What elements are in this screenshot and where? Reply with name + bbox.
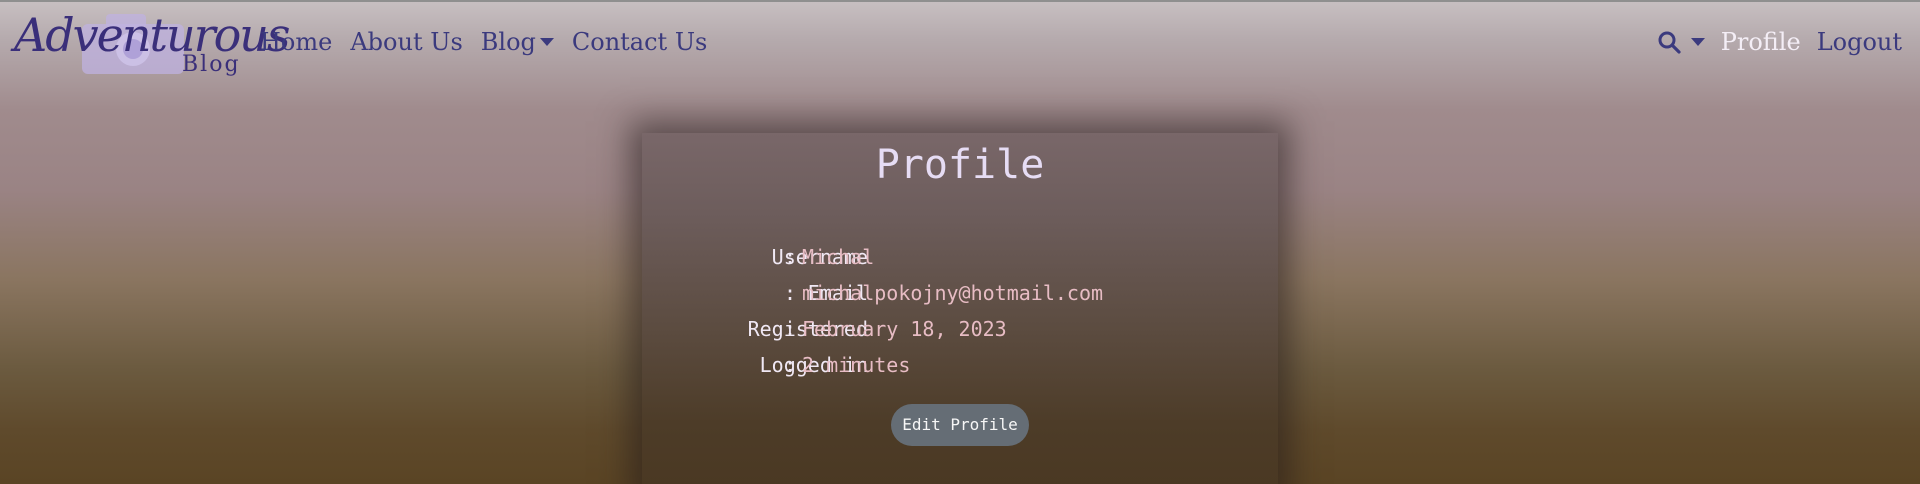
search-icon [1658, 31, 1681, 54]
info-value-registered: February 18, 2023 [802, 317, 1007, 341]
info-row-registered: Registered : February 18, 2023 [642, 311, 1278, 347]
edit-profile-button[interactable]: Edit Profile [891, 404, 1029, 446]
chevron-down-icon [1690, 38, 1705, 46]
info-value-email: michalpokojny@hotmail.com [802, 281, 1104, 305]
nav-blog[interactable]: Blog [481, 26, 536, 58]
nav-left: Home About Us Blog Contact Us [260, 26, 707, 58]
info-row-email: Email : michalpokojny@hotmail.com [642, 275, 1278, 311]
info-row-logged-in: Logged in : 2 minutes [642, 347, 1278, 383]
chevron-down-icon [539, 38, 554, 46]
logo-sub-text: Blog [182, 52, 241, 77]
profile-card: Profile Username : Michal Email : michal… [642, 133, 1278, 484]
navbar: Adventurous Blog Home About Us Blog Cont… [0, 0, 1920, 86]
info-separator: : [783, 281, 797, 305]
info-value-username: Michal [802, 245, 875, 269]
nav-home[interactable]: Home [260, 26, 332, 58]
page-title: Profile [875, 142, 1045, 188]
search-dropdown[interactable] [1657, 30, 1705, 54]
nav-about-us[interactable]: About Us [350, 26, 462, 58]
info-separator: : [783, 245, 797, 269]
nav-logout[interactable]: Logout [1817, 26, 1902, 58]
nav-right: Profile Logout [1657, 26, 1902, 58]
logo-link[interactable]: Adventurous Blog [14, 6, 291, 82]
nav-blog-dropdown[interactable]: Blog [481, 26, 554, 58]
info-separator: : [783, 317, 797, 341]
nav-contact-us[interactable]: Contact Us [572, 26, 707, 58]
nav-profile[interactable]: Profile [1721, 26, 1801, 58]
logo-script-text: Adventurous [14, 8, 291, 62]
info-value-logged-in: 2 minutes [802, 353, 911, 377]
info-row-username: Username : Michal [642, 239, 1278, 275]
profile-info-table: Username : Michal Email : michalpokojny@… [642, 239, 1278, 383]
info-separator: : [783, 353, 797, 377]
